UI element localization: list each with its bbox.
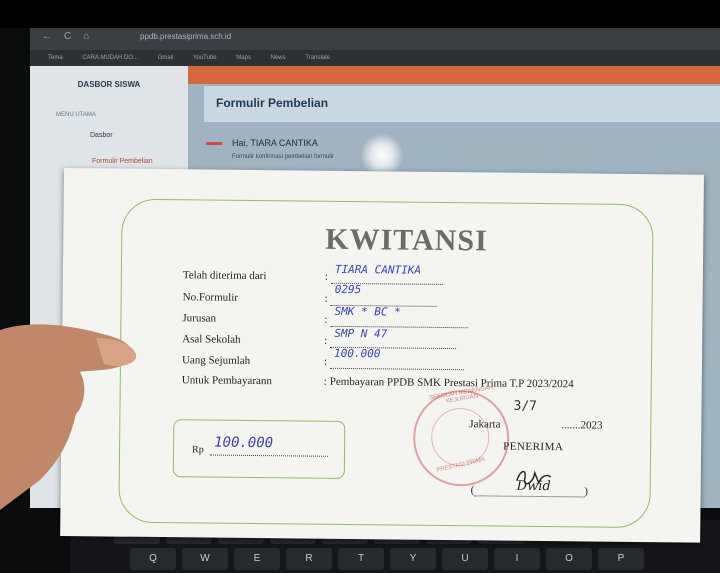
key[interactable]: T — [338, 548, 384, 570]
date-handwritten: 3/7 — [513, 398, 538, 414]
field-label: Asal Sekolah — [182, 333, 241, 346]
amount-handwritten: 100.000 — [214, 434, 274, 452]
field-value-handwritten: SMP N 47 — [334, 326, 388, 341]
field-label: Jurusan — [182, 312, 217, 325]
key[interactable]: O — [546, 548, 592, 570]
sidebar-item-formulir[interactable]: Formulir Pembelian — [92, 158, 153, 165]
payment-purpose: Pembayaran PPDB SMK Prestasi Prima T.P 2… — [329, 375, 574, 391]
key[interactable]: I — [494, 548, 540, 570]
receiver-label: PENERIMA — [503, 440, 564, 454]
address-bar[interactable]: ppdb.prestasiprima.sch.id — [140, 32, 231, 41]
bookmark-item[interactable]: News — [271, 55, 286, 61]
field-label: No.Formulir — [182, 291, 239, 304]
field-colon: : — [324, 270, 329, 283]
field-value-handwritten: TIARA CANTIKA — [334, 262, 422, 277]
page-title: Formulir Pembelian — [216, 96, 329, 110]
field-value-handwritten: 0295 — [334, 282, 362, 297]
browser-toolbar: ←C⌂ ppdb.prestasiprima.sch.id — [30, 28, 720, 50]
amount-box: Rp 100.000 — [172, 419, 346, 479]
currency-label: Rp — [191, 444, 204, 456]
field-colon: : — [324, 292, 328, 305]
menu-label: MENU UTAMA — [56, 112, 96, 118]
top-black-band — [0, 0, 720, 28]
field-value-handwritten: 100.000 — [334, 346, 381, 361]
year-label: .......2023 — [561, 419, 603, 432]
bookmark-item[interactable]: Translate — [305, 55, 330, 61]
receipt-title: KWITANSI — [325, 222, 488, 258]
field-colon: : — [324, 313, 328, 326]
field-label: Uang Sejumlah — [181, 354, 251, 367]
key[interactable]: P — [598, 548, 644, 570]
bookmark-item[interactable]: YouTube — [193, 55, 217, 61]
field-colon: : — [323, 375, 327, 388]
site-topbar — [188, 66, 720, 84]
bookmark-item[interactable]: Tema — [48, 55, 63, 61]
page-header: Formulir Pembelian — [204, 86, 720, 122]
signature-line: () — [471, 484, 599, 497]
bracket-close: ) — [584, 485, 589, 498]
key[interactable]: U — [442, 548, 488, 570]
key[interactable]: W — [182, 548, 228, 570]
hand — [0, 324, 137, 510]
bookmark-item[interactable]: Maps — [236, 55, 251, 61]
bookmark-item[interactable]: Gmail — [158, 55, 174, 61]
greeting-text: Hai, TIARA CANTIKA — [232, 138, 318, 148]
school-stamp: SEKOLAH MENENGAH KEJURUAN PRESTASI PRIMA — [412, 385, 510, 487]
browser-nav-icons[interactable]: ←C⌂ — [42, 31, 101, 42]
receipt-paper: KWITANSI Telah diterima dari : TIARA CAN… — [60, 168, 704, 543]
key[interactable]: Q — [130, 548, 176, 570]
sidebar-item-dasbor[interactable]: Dasbor — [90, 132, 113, 139]
alert-icon — [206, 142, 222, 145]
field-label: Untuk Pembayarann — [181, 374, 272, 388]
field-value-handwritten: SMK * BC * — [334, 304, 401, 319]
greeting-subtext: Formulir konfirmasi pembelian formulir — [232, 154, 335, 160]
city-label: Jakarta — [469, 418, 501, 431]
bookmarks-bar: Tema CARA MUDAH DO... Gmail YouTube Maps… — [30, 50, 720, 66]
field-colon: : — [323, 355, 328, 368]
field-label: Telah diterima dari — [182, 269, 267, 283]
sidebar-title: DASBOR SISWA — [77, 80, 141, 89]
key[interactable]: Y — [390, 548, 436, 570]
key[interactable]: E — [234, 548, 280, 570]
field-colon: : — [324, 334, 328, 347]
key[interactable]: R — [286, 548, 332, 570]
bookmark-item[interactable]: CARA MUDAH DO... — [82, 55, 138, 61]
